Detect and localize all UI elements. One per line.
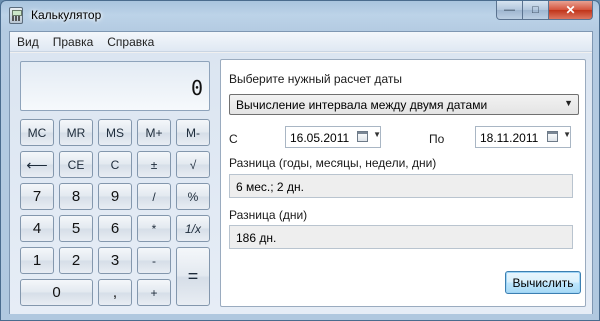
close-button[interactable]: ✕: [549, 1, 593, 20]
title-bar[interactable]: Калькулятор — □ ✕: [1, 1, 599, 31]
window-controls: — □ ✕: [496, 1, 593, 20]
subtract-button[interactable]: -: [137, 247, 171, 274]
difference-days-label: Разница (дни): [229, 208, 308, 222]
minimize-icon: —: [504, 4, 515, 16]
to-date-value: 18.11.2011: [480, 131, 539, 145]
clear-entry-button[interactable]: CE: [59, 151, 93, 178]
negate-button[interactable]: ±: [137, 151, 171, 178]
chevron-down-icon: ▼: [373, 130, 381, 139]
minimize-button[interactable]: —: [496, 1, 523, 20]
menu-bar: Вид Правка Справка: [10, 32, 592, 52]
memory-add-button[interactable]: M+: [137, 119, 171, 146]
digit-4-button[interactable]: 4: [20, 215, 54, 242]
maximize-button[interactable]: □: [523, 1, 549, 20]
calculate-button[interactable]: Вычислить: [505, 271, 581, 294]
chevron-down-icon: ▼: [563, 130, 571, 139]
divide-button[interactable]: /: [137, 183, 171, 210]
calculator-display: 0: [20, 61, 210, 111]
close-icon: ✕: [565, 3, 576, 17]
calendar-icon: [547, 131, 558, 142]
backspace-button[interactable]: ⟵: [20, 151, 54, 178]
from-date-value: 16.05.2011: [290, 131, 350, 145]
maximize-icon: □: [532, 4, 539, 16]
calculator-app-icon: [9, 7, 23, 24]
decimal-button[interactable]: ,: [98, 279, 132, 306]
difference-label: Разница (годы, месяцы, недели, дни): [229, 156, 437, 170]
percent-button[interactable]: %: [176, 183, 210, 210]
to-date-label: По: [429, 132, 445, 146]
digit-2-button[interactable]: 2: [59, 247, 93, 274]
digit-0-button[interactable]: 0: [20, 279, 93, 306]
equals-button[interactable]: =: [176, 247, 210, 306]
difference-days-output[interactable]: 186 дн.: [229, 225, 573, 249]
reciprocal-button[interactable]: 1/x: [176, 215, 210, 242]
menu-view[interactable]: Вид: [10, 32, 46, 51]
memory-clear-button[interactable]: MC: [20, 119, 54, 146]
from-date-label: С: [229, 132, 238, 146]
keypad: MC MR MS M+ M- ⟵ CE C ± √ 7 8 9 / % 4 5: [20, 119, 210, 306]
calc-type-label: Выберите нужный расчет даты: [229, 72, 402, 86]
from-date-picker[interactable]: 16.05.2011 ▼: [285, 126, 381, 148]
dropdown-arrow-icon: ▼: [564, 98, 573, 108]
menu-edit[interactable]: Правка: [46, 32, 101, 51]
digit-5-button[interactable]: 5: [59, 215, 93, 242]
memory-subtract-button[interactable]: M-: [176, 119, 210, 146]
digit-1-button[interactable]: 1: [20, 247, 54, 274]
difference-output[interactable]: 6 мес.; 2 дн.: [229, 174, 573, 198]
memory-store-button[interactable]: MS: [98, 119, 132, 146]
calculator-content: 0 MC MR MS M+ M- ⟵ CE C ± √ 7 8 9 / % 4 …: [10, 53, 592, 314]
memory-recall-button[interactable]: MR: [59, 119, 93, 146]
date-calculation-panel: Выберите нужный расчет даты Вычисление и…: [220, 59, 586, 307]
menu-help[interactable]: Справка: [100, 32, 161, 51]
clear-button[interactable]: C: [98, 151, 132, 178]
to-date-picker[interactable]: 18.11.2011 ▼: [475, 126, 571, 148]
square-root-button[interactable]: √: [176, 151, 210, 178]
digit-6-button[interactable]: 6: [98, 215, 132, 242]
display-value: 0: [190, 76, 203, 100]
digit-7-button[interactable]: 7: [20, 183, 54, 210]
digit-8-button[interactable]: 8: [59, 183, 93, 210]
digit-3-button[interactable]: 3: [98, 247, 132, 274]
window-title: Калькулятор: [31, 8, 102, 22]
calendar-icon: [357, 131, 368, 142]
calc-type-value: Вычисление интервала между двумя датами: [236, 98, 488, 112]
client-area: Вид Правка Справка 0 MC MR MS M+ M- ⟵ CE…: [9, 31, 593, 314]
multiply-button[interactable]: *: [137, 215, 171, 242]
calc-type-select[interactable]: Вычисление интервала между двумя датами …: [229, 94, 579, 115]
calculator-window: Калькулятор — □ ✕ Вид Правка Справка 0 M…: [0, 0, 600, 321]
add-button[interactable]: +: [137, 279, 171, 306]
digit-9-button[interactable]: 9: [98, 183, 132, 210]
